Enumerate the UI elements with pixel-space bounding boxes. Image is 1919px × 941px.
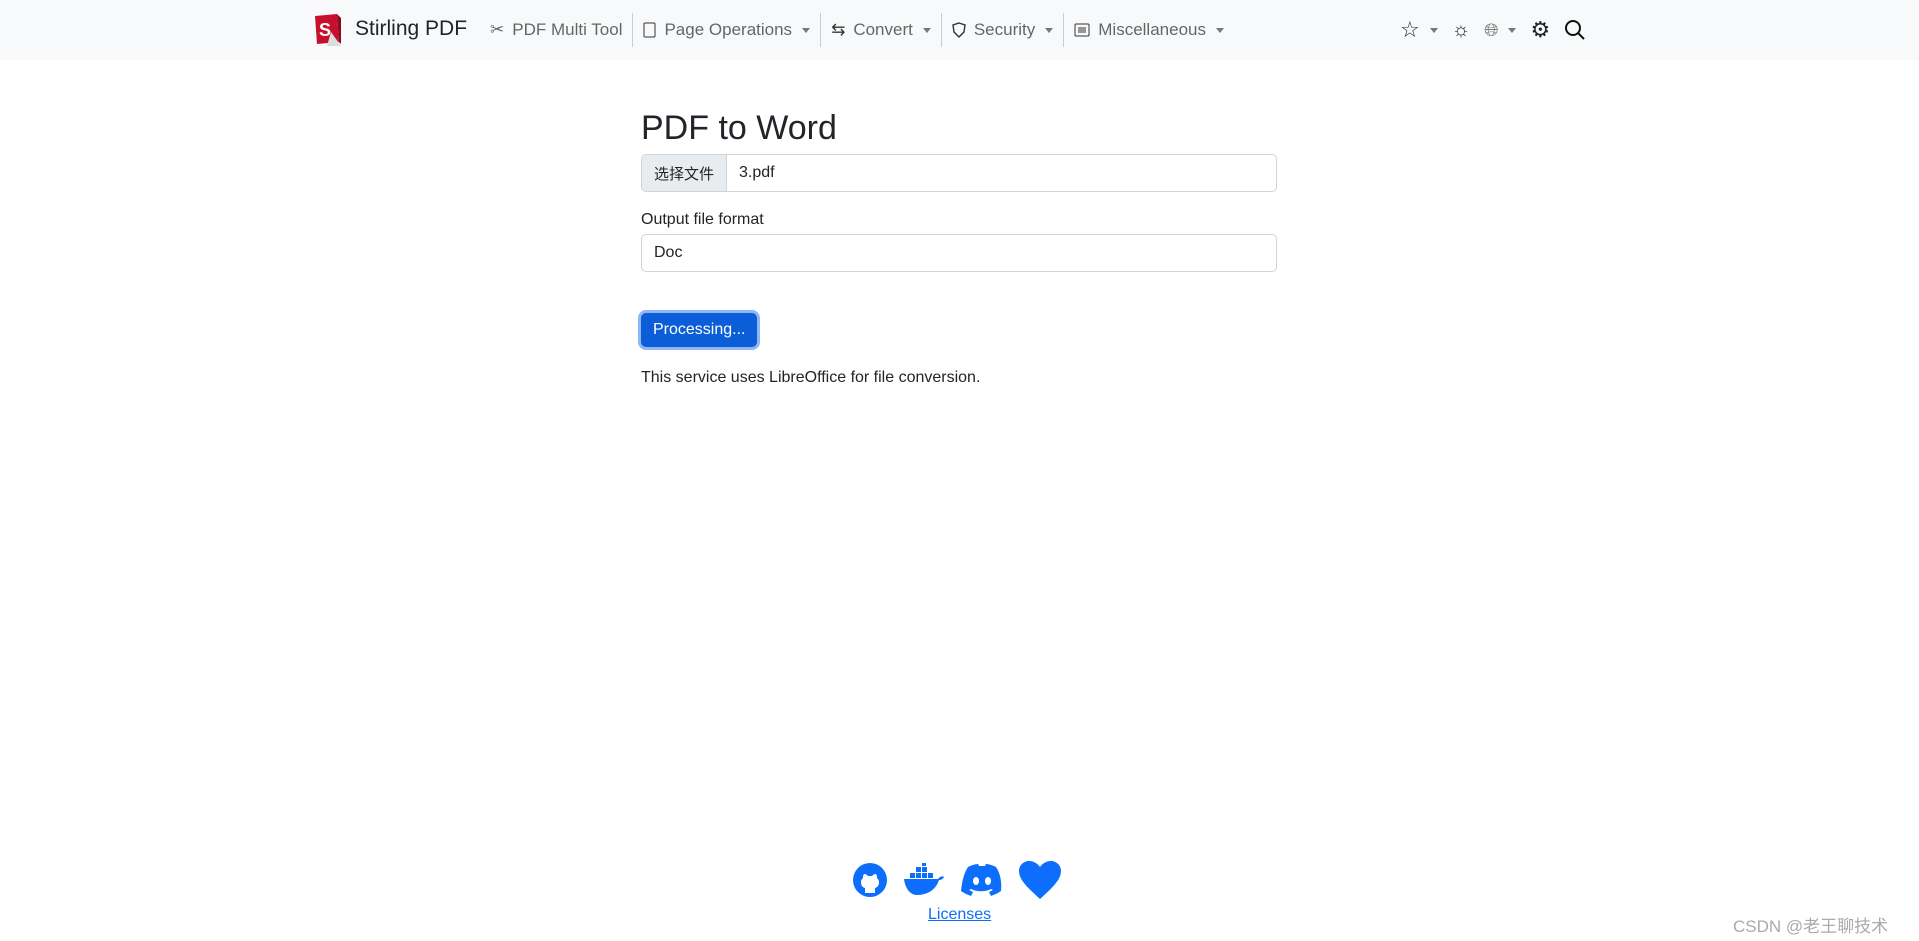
heart-icon[interactable] — [1018, 860, 1062, 900]
file-input[interactable]: 选择文件 3.pdf — [641, 154, 1277, 192]
caret-down-icon — [1508, 27, 1517, 33]
caret-down-icon — [922, 27, 931, 33]
licenses-link[interactable]: Licenses — [928, 906, 991, 924]
nav-label: Security — [973, 20, 1036, 39]
github-icon[interactable] — [852, 862, 888, 898]
stirling-logo-icon: S — [315, 14, 341, 46]
discord-icon[interactable] — [960, 863, 1004, 897]
choose-file-button[interactable]: 选择文件 — [642, 155, 728, 191]
service-note: This service uses LibreOffice for file c… — [641, 369, 981, 386]
nav-label: Miscellaneous — [1098, 20, 1206, 39]
brand-name: Stirling PDF — [355, 17, 468, 40]
shield-icon — [952, 22, 966, 38]
search-icon[interactable] — [1564, 19, 1586, 41]
caret-down-icon — [1045, 27, 1054, 33]
nav-label: Page Operations — [664, 20, 793, 39]
docker-icon[interactable] — [902, 863, 946, 897]
nav-miscellaneous[interactable]: Miscellaneous — [1063, 13, 1234, 47]
file-pdf-icon — [643, 22, 656, 38]
page-title: PDF to Word — [641, 109, 837, 147]
nav-label: Convert — [853, 20, 913, 39]
arrows-exchange-icon: ⇆ — [831, 20, 846, 39]
nav-page-operations[interactable]: Page Operations — [632, 13, 820, 47]
nav-pdf-multi-tool[interactable]: ✂ PDF Multi Tool — [488, 13, 632, 47]
caret-down-icon — [1429, 27, 1438, 33]
brand[interactable]: S Stirling PDF — [313, 12, 467, 46]
tools-icon: ✂ — [490, 20, 505, 39]
list-icon — [1074, 23, 1090, 37]
nav-convert[interactable]: ⇆ Convert — [820, 13, 941, 47]
submit-button[interactable]: Processing... — [641, 313, 758, 347]
sun-icon[interactable]: ☼ — [1452, 19, 1470, 42]
favorites-dropdown[interactable]: ☆ — [1400, 17, 1438, 43]
watermark: CSDN @老王聊技术 — [1733, 917, 1889, 936]
svg-text:S: S — [319, 20, 331, 40]
star-icon: ☆ — [1400, 17, 1420, 42]
caret-down-icon — [1216, 27, 1224, 33]
gear-icon[interactable]: ⚙ — [1530, 17, 1550, 43]
caret-down-icon — [802, 27, 811, 33]
navbar: S Stirling PDF ✂ PDF Multi Tool Page Oper… — [0, 0, 1919, 60]
nav-security[interactable]: Security — [940, 13, 1063, 47]
file-name: 3.pdf — [739, 164, 775, 181]
nav-label: PDF Multi Tool — [512, 20, 623, 39]
language-dropdown[interactable]: 🌐︎ — [1484, 19, 1517, 41]
format-select[interactable]: Doc — [641, 234, 1277, 272]
format-label: Output file format — [641, 211, 764, 228]
globe-icon: 🌐︎ — [1484, 19, 1499, 40]
